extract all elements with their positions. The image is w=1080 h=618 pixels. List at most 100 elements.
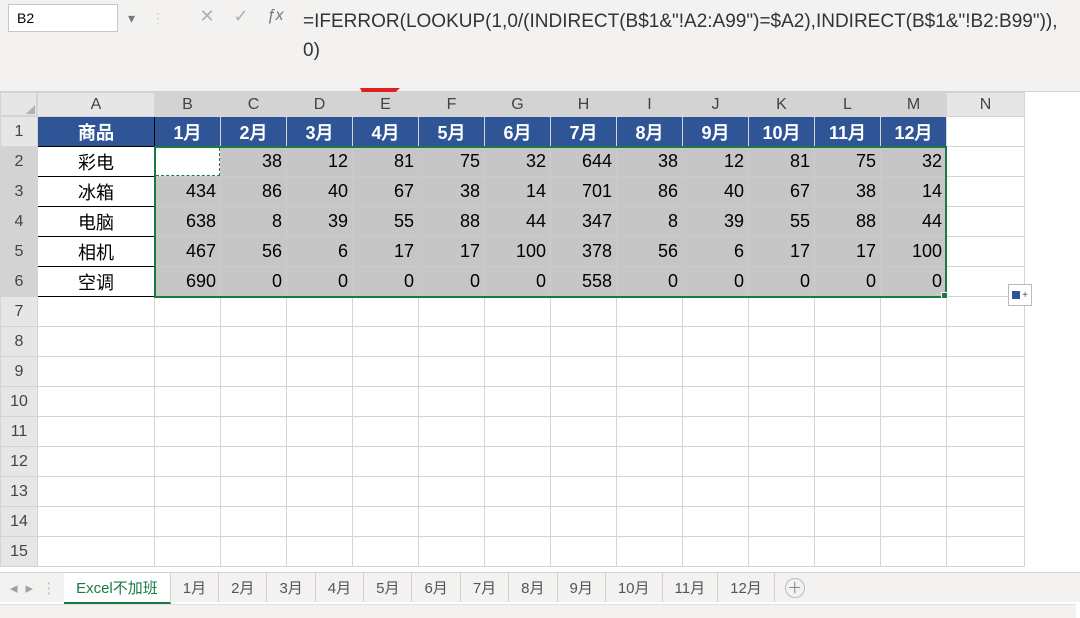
col-header-A[interactable]: A bbox=[38, 93, 155, 117]
cell-D5[interactable]: 6 bbox=[287, 237, 353, 267]
cell-I11[interactable] bbox=[617, 417, 683, 447]
cell-F2[interactable]: 75 bbox=[419, 147, 485, 177]
cell-N13[interactable] bbox=[947, 477, 1025, 507]
cell-B7[interactable] bbox=[155, 297, 221, 327]
cell-M3[interactable]: 14 bbox=[881, 177, 947, 207]
cell-E14[interactable] bbox=[353, 507, 419, 537]
cell-L2[interactable]: 75 bbox=[815, 147, 881, 177]
cell-K9[interactable] bbox=[749, 357, 815, 387]
cell-I9[interactable] bbox=[617, 357, 683, 387]
cell-I4[interactable]: 8 bbox=[617, 207, 683, 237]
cell-H5[interactable]: 378 bbox=[551, 237, 617, 267]
cell-D6[interactable]: 0 bbox=[287, 267, 353, 297]
cell-I14[interactable] bbox=[617, 507, 683, 537]
cell-B15[interactable] bbox=[155, 537, 221, 567]
cell-B13[interactable] bbox=[155, 477, 221, 507]
cell-E10[interactable] bbox=[353, 387, 419, 417]
cell-N14[interactable] bbox=[947, 507, 1025, 537]
cell-F9[interactable] bbox=[419, 357, 485, 387]
cell-H9[interactable] bbox=[551, 357, 617, 387]
cell-M4[interactable]: 44 bbox=[881, 207, 947, 237]
cell-K11[interactable] bbox=[749, 417, 815, 447]
cell-L13[interactable] bbox=[815, 477, 881, 507]
row-header-15[interactable]: 15 bbox=[1, 537, 38, 567]
col-header-D[interactable]: D bbox=[287, 93, 353, 117]
cell-J13[interactable] bbox=[683, 477, 749, 507]
cell-I6[interactable]: 0 bbox=[617, 267, 683, 297]
cell-B6[interactable]: 690 bbox=[155, 267, 221, 297]
sheet-tab-8月[interactable]: 8月 bbox=[509, 573, 557, 602]
cell-J3[interactable]: 40 bbox=[683, 177, 749, 207]
cell-A10[interactable] bbox=[38, 387, 155, 417]
row-header-3[interactable]: 3 bbox=[1, 177, 38, 207]
cell-M8[interactable] bbox=[881, 327, 947, 357]
new-sheet-button[interactable]: ＋ bbox=[785, 578, 805, 598]
cell-I7[interactable] bbox=[617, 297, 683, 327]
cell-B1[interactable]: 1月 bbox=[155, 117, 221, 147]
cell-F11[interactable] bbox=[419, 417, 485, 447]
cell-K10[interactable] bbox=[749, 387, 815, 417]
cell-M6[interactable]: 0 bbox=[881, 267, 947, 297]
cell-J2[interactable]: 12 bbox=[683, 147, 749, 177]
cell-A7[interactable] bbox=[38, 297, 155, 327]
cell-D11[interactable] bbox=[287, 417, 353, 447]
enter-icon[interactable]: ✓ bbox=[231, 6, 251, 26]
worksheet-grid[interactable]: ABCDEFGHIJKLMN1商品1月2月3月4月5月6月7月8月9月10月11… bbox=[0, 92, 1080, 582]
cell-H11[interactable] bbox=[551, 417, 617, 447]
cell-C6[interactable]: 0 bbox=[221, 267, 287, 297]
cell-J4[interactable]: 39 bbox=[683, 207, 749, 237]
cell-J12[interactable] bbox=[683, 447, 749, 477]
cell-M2[interactable]: 32 bbox=[881, 147, 947, 177]
sheet-tab-3月[interactable]: 3月 bbox=[267, 573, 315, 602]
cell-B8[interactable] bbox=[155, 327, 221, 357]
row-header-9[interactable]: 9 bbox=[1, 357, 38, 387]
cell-B5[interactable]: 467 bbox=[155, 237, 221, 267]
cell-C13[interactable] bbox=[221, 477, 287, 507]
cell-C15[interactable] bbox=[221, 537, 287, 567]
cell-D13[interactable] bbox=[287, 477, 353, 507]
cell-F12[interactable] bbox=[419, 447, 485, 477]
cell-B4[interactable]: 638 bbox=[155, 207, 221, 237]
cell-C5[interactable]: 56 bbox=[221, 237, 287, 267]
cell-H13[interactable] bbox=[551, 477, 617, 507]
cell-A5[interactable]: 相机 bbox=[38, 237, 155, 267]
cell-K3[interactable]: 67 bbox=[749, 177, 815, 207]
cell-M11[interactable] bbox=[881, 417, 947, 447]
sheet-nav-buttons[interactable]: ◂ ▸ ⋮ bbox=[0, 579, 64, 597]
cell-D3[interactable]: 40 bbox=[287, 177, 353, 207]
name-box-dropdown-icon[interactable]: ▾ bbox=[122, 10, 141, 27]
cell-I8[interactable] bbox=[617, 327, 683, 357]
cell-H8[interactable] bbox=[551, 327, 617, 357]
cell-L5[interactable]: 17 bbox=[815, 237, 881, 267]
sheet-tab-2月[interactable]: 2月 bbox=[219, 573, 267, 602]
sheet-tab-12月[interactable]: 12月 bbox=[718, 573, 775, 602]
cell-K6[interactable]: 0 bbox=[749, 267, 815, 297]
cell-N8[interactable] bbox=[947, 327, 1025, 357]
cell-C3[interactable]: 86 bbox=[221, 177, 287, 207]
row-header-1[interactable]: 1 bbox=[1, 117, 38, 147]
row-header-10[interactable]: 10 bbox=[1, 387, 38, 417]
cell-B3[interactable]: 434 bbox=[155, 177, 221, 207]
cell-B12[interactable] bbox=[155, 447, 221, 477]
cell-K14[interactable] bbox=[749, 507, 815, 537]
cell-K5[interactable]: 17 bbox=[749, 237, 815, 267]
cell-H4[interactable]: 347 bbox=[551, 207, 617, 237]
cell-L11[interactable] bbox=[815, 417, 881, 447]
cell-E6[interactable]: 0 bbox=[353, 267, 419, 297]
cell-G4[interactable]: 44 bbox=[485, 207, 551, 237]
cell-C11[interactable] bbox=[221, 417, 287, 447]
sheet-tab-7月[interactable]: 7月 bbox=[461, 573, 509, 602]
cell-L7[interactable] bbox=[815, 297, 881, 327]
cell-J11[interactable] bbox=[683, 417, 749, 447]
cell-A8[interactable] bbox=[38, 327, 155, 357]
row-header-8[interactable]: 8 bbox=[1, 327, 38, 357]
cell-H12[interactable] bbox=[551, 447, 617, 477]
cell-E3[interactable]: 67 bbox=[353, 177, 419, 207]
cell-G13[interactable] bbox=[485, 477, 551, 507]
cell-N5[interactable] bbox=[947, 237, 1025, 267]
cell-F1[interactable]: 5月 bbox=[419, 117, 485, 147]
col-header-K[interactable]: K bbox=[749, 93, 815, 117]
cell-E8[interactable] bbox=[353, 327, 419, 357]
cell-N4[interactable] bbox=[947, 207, 1025, 237]
cell-L12[interactable] bbox=[815, 447, 881, 477]
